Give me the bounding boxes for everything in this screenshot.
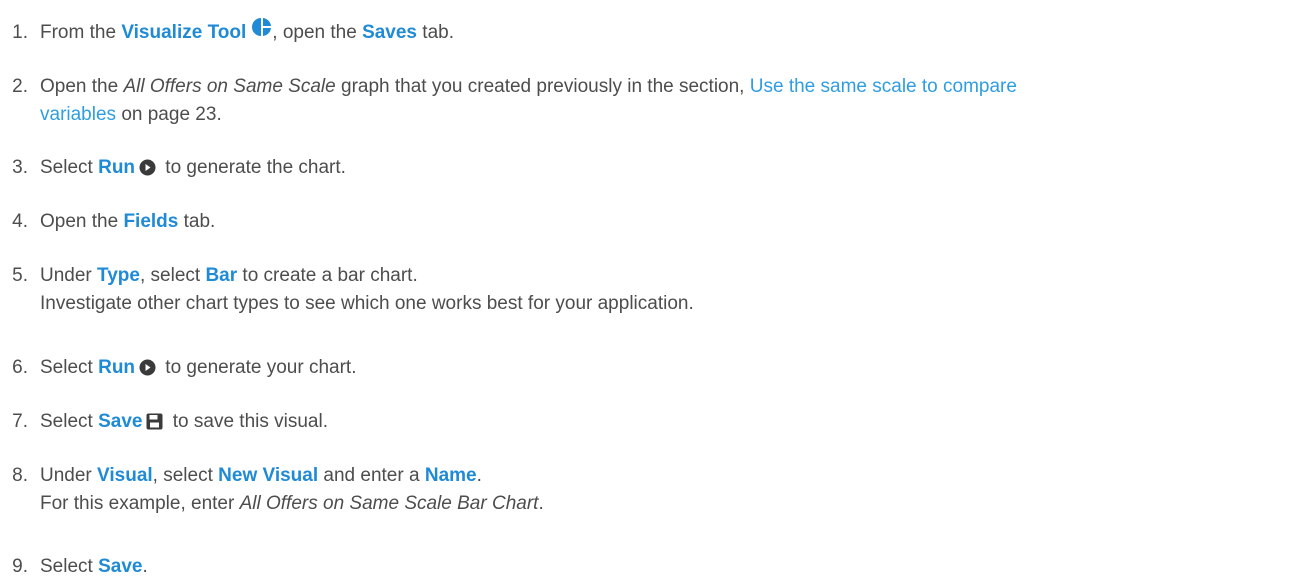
step-number: 8 (0, 462, 28, 490)
step-text: Select Save to save this visual. (40, 411, 328, 432)
procedure-steps: 1 From the Visualize Tool, open the Save… (0, 0, 1315, 584)
step-number: 6 (0, 354, 28, 382)
page-number: 23 (195, 104, 217, 125)
keyword-visual: Visual (97, 465, 153, 486)
step-text: Open the Fields tab. (40, 211, 216, 232)
step-text: From the Visualize Tool, open the Saves … (40, 17, 1305, 47)
step-text: Select Run to generate the chart. (40, 157, 346, 178)
chart-name: All Offers on Same Scale Bar Chart (239, 493, 539, 514)
step-text: Open the All Offers on Same Scale graph … (40, 76, 1017, 125)
step-text: Under Visual, select New Visual and ente… (40, 465, 544, 514)
step-text: Select Run to generate your chart. (40, 357, 357, 378)
keyword-new-visual: New Visual (218, 465, 319, 486)
graph-name: All Offers on Same Scale (123, 76, 336, 97)
step-number: 2 (0, 73, 28, 101)
keyword-save: Save (98, 411, 143, 432)
keyword-run: Run (98, 157, 136, 178)
run-icon (139, 357, 156, 376)
section-link-continued[interactable]: variables (40, 104, 116, 125)
keyword-saves: Saves (362, 22, 418, 43)
keyword-bar: Bar (205, 265, 238, 286)
keyword-type: Type (97, 265, 140, 286)
step-note: For this example, enter All Offers on Sa… (40, 493, 544, 514)
step-text: Select Save. (40, 556, 148, 577)
step-number: 5 (0, 262, 28, 290)
save-icon (146, 411, 163, 430)
step-number: 4 (0, 208, 28, 236)
step-text: Under Type, select Bar to create a bar c… (40, 265, 694, 314)
keyword-save: Save (98, 556, 143, 577)
keyword-visualize-tool: Visualize Tool (121, 22, 247, 43)
section-link[interactable]: Use the same scale to compare (750, 76, 1017, 97)
run-icon (139, 157, 156, 176)
step-number: 9 (0, 553, 28, 581)
step-note: Investigate other chart types to see whi… (40, 293, 694, 314)
step-number: 3 (0, 154, 28, 182)
step-number: 7 (0, 408, 28, 436)
keyword-run: Run (98, 357, 136, 378)
step-number: 1 (0, 19, 28, 47)
keyword-name: Name (424, 465, 477, 486)
keyword-fields: Fields (123, 211, 179, 232)
visualize-tool-icon (252, 17, 272, 37)
